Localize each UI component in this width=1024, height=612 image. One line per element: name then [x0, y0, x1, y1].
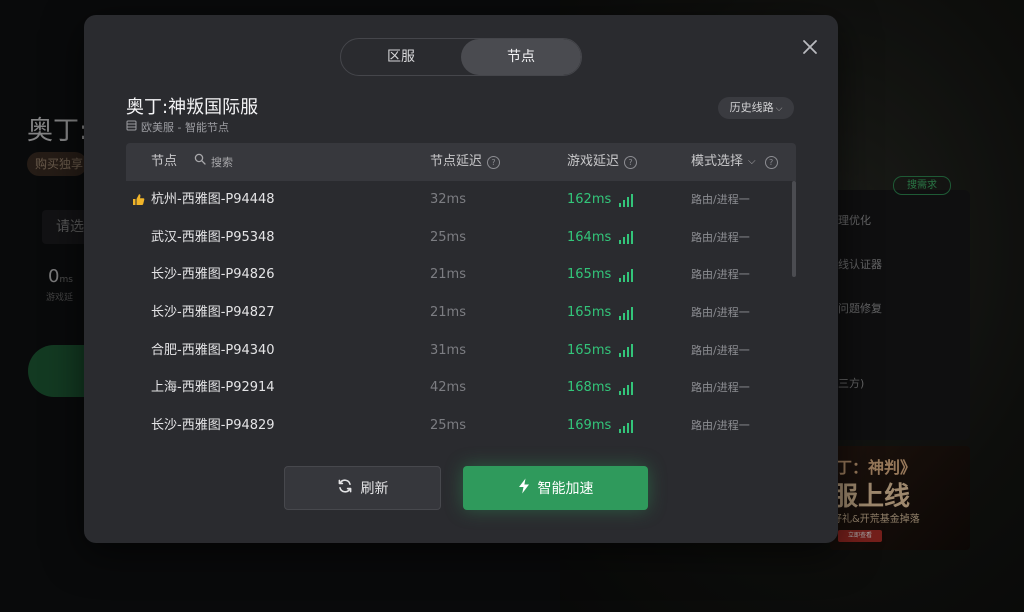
col-node-delay: 节点延迟 ?: [430, 143, 501, 181]
table-row[interactable]: 杭州-西雅图-P94448 32ms 162ms 路由/进程一: [126, 181, 786, 219]
signal-icon: [619, 193, 634, 207]
game-delay: 169ms: [567, 407, 634, 445]
node-delay: 25ms: [430, 229, 466, 245]
table-row[interactable]: 长沙-西雅图-P94829 25ms 169ms 路由/进程一: [126, 407, 786, 445]
node-name: 上海-西雅图-P92914: [151, 380, 275, 396]
table-row[interactable]: 长沙-西雅图-P94826 21ms 165ms 路由/进程一: [126, 256, 786, 294]
game-delay-value: 162ms: [567, 192, 612, 207]
game-delay-value: 168ms: [567, 380, 612, 396]
tab-switcher: 区服 节点: [340, 38, 582, 76]
mode-value[interactable]: 路由/进程一: [691, 219, 750, 257]
node-name: 武汉-西雅图-P95348: [151, 229, 275, 245]
server-subtitle-text: 欧美服 - 智能节点: [141, 121, 229, 134]
search-input[interactable]: [211, 155, 291, 169]
node-delay: 21ms: [430, 305, 466, 321]
smart-accelerate-label: 智能加速: [537, 481, 594, 497]
close-icon[interactable]: [800, 37, 820, 57]
col-mode-label: 模式选择: [691, 154, 744, 169]
signal-icon: [619, 419, 634, 433]
node-table-header: 节点 节点延迟 ? 游戏延迟 ? 模式选择 ⌵ ?: [126, 143, 796, 181]
col-game-delay: 游戏延迟 ?: [567, 143, 638, 181]
node-delay: 21ms: [430, 267, 466, 283]
node-delay: 25ms: [430, 418, 466, 434]
help-icon[interactable]: ?: [487, 155, 501, 169]
node-name: 合肥-西雅图-P94340: [151, 342, 275, 358]
refresh-label: 刷新: [360, 481, 389, 497]
history-route-label: 历史线路: [729, 101, 774, 114]
refresh-icon: [337, 478, 353, 498]
game-delay-value: 165ms: [567, 342, 612, 358]
signal-icon: [619, 231, 634, 245]
table-row[interactable]: 合肥-西雅图-P94340 31ms 165ms 路由/进程一: [126, 332, 786, 370]
game-delay: 165ms: [567, 294, 634, 332]
mode-value[interactable]: 路由/进程一: [691, 256, 750, 294]
node-delay: 32ms: [430, 192, 466, 207]
table-row[interactable]: 武汉-西雅图-P95348 25ms 164ms 路由/进程一: [126, 219, 786, 257]
node-search[interactable]: [194, 143, 291, 181]
mode-value[interactable]: 路由/进程一: [691, 407, 750, 445]
game-delay: 168ms: [567, 369, 634, 407]
col-node-delay-label: 节点延迟: [430, 154, 483, 169]
table-row[interactable]: 长沙-西雅图-P94827 21ms 165ms 路由/进程一: [126, 294, 786, 332]
node-delay: 42ms: [430, 380, 466, 396]
mode-value[interactable]: 路由/进程一: [691, 181, 750, 219]
col-node: 节点: [151, 143, 177, 181]
mode-value[interactable]: 路由/进程一: [691, 294, 750, 332]
refresh-button[interactable]: 刷新: [284, 466, 441, 510]
tab-node[interactable]: 节点: [461, 39, 581, 75]
node-list-scrollbar[interactable]: [792, 181, 796, 277]
node-name: 长沙-西雅图-P94827: [151, 305, 275, 321]
lightning-icon: [518, 478, 530, 498]
help-icon[interactable]: ?: [764, 155, 778, 169]
chevron-down-icon: ⌵: [748, 156, 756, 167]
smart-accelerate-button[interactable]: 智能加速: [463, 466, 648, 510]
signal-icon: [619, 381, 634, 395]
node-select-dialog: 区服 节点 奥丁:神叛国际服 欧美服 - 智能节点 历史线路⌵ 节点 节点延迟 …: [84, 15, 838, 543]
game-delay: 165ms: [567, 332, 634, 370]
help-icon[interactable]: ?: [624, 155, 638, 169]
game-delay: 164ms: [567, 219, 634, 257]
signal-icon: [619, 306, 634, 320]
server-icon: [126, 120, 137, 134]
game-delay: 165ms: [567, 256, 634, 294]
node-name: 长沙-西雅图-P94826: [151, 267, 275, 283]
signal-icon: [619, 268, 634, 282]
node-name: 长沙-西雅图-P94829: [151, 418, 275, 434]
game-delay-value: 165ms: [567, 305, 612, 321]
server-title: 奥丁:神叛国际服: [126, 97, 259, 118]
node-delay: 31ms: [430, 342, 466, 358]
game-delay-value: 164ms: [567, 229, 612, 245]
mode-value[interactable]: 路由/进程一: [691, 369, 750, 407]
node-name: 杭州-西雅图-P94448: [151, 192, 275, 207]
server-subtitle: 欧美服 - 智能节点: [126, 119, 229, 135]
game-delay-value: 165ms: [567, 267, 612, 283]
col-node-label: 节点: [151, 154, 178, 169]
game-delay-value: 169ms: [567, 418, 612, 434]
table-row[interactable]: 上海-西雅图-P92914 42ms 168ms 路由/进程一: [126, 369, 786, 407]
tab-region[interactable]: 区服: [341, 39, 461, 75]
signal-icon: [619, 344, 634, 358]
mode-value[interactable]: 路由/进程一: [691, 332, 750, 370]
history-route-button[interactable]: 历史线路 ⌵: [718, 97, 794, 119]
game-delay: 162ms: [567, 181, 634, 219]
col-game-delay-label: 游戏延迟: [567, 154, 620, 169]
search-icon: [194, 143, 206, 181]
node-list: 杭州-西雅图-P94448 32ms 162ms 路由/进程一 武汉-西雅图-P…: [126, 181, 786, 445]
chevron-down-icon: ⌵: [775, 104, 783, 114]
thumbs-up-icon: [132, 193, 145, 210]
col-mode[interactable]: 模式选择 ⌵ ?: [691, 143, 778, 181]
